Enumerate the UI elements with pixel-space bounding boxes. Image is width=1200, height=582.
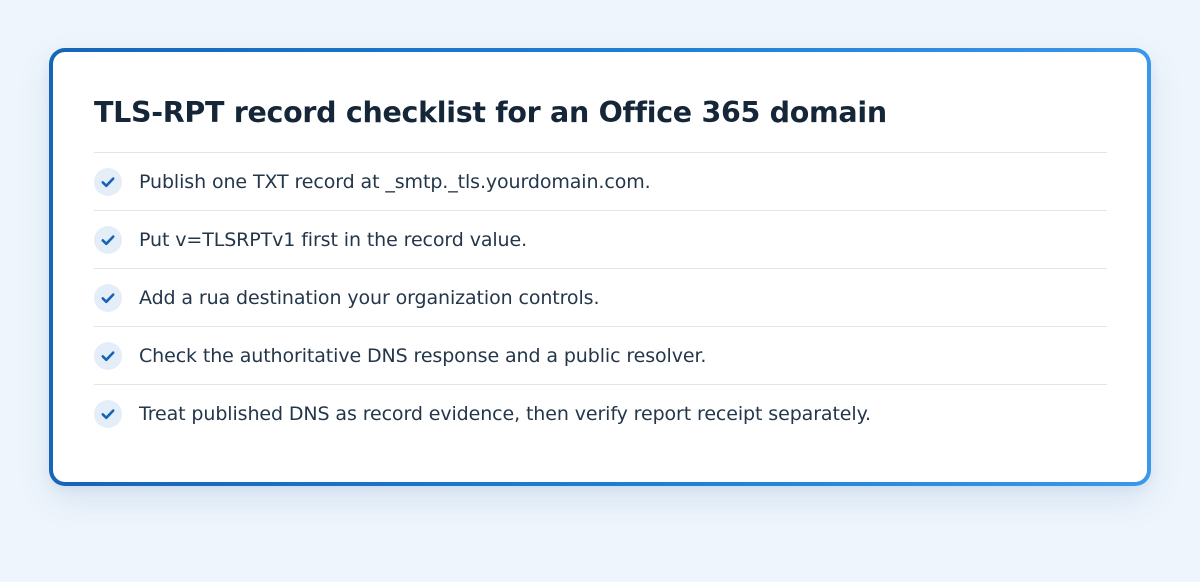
checklist-item: Check the authoritative DNS response and… bbox=[94, 327, 1107, 385]
checklist-item-text: Add a rua destination your organization … bbox=[139, 286, 600, 309]
checklist-item-text: Publish one TXT record at _smtp._tls.you… bbox=[139, 170, 651, 193]
checklist-item: Publish one TXT record at _smtp._tls.you… bbox=[94, 153, 1107, 211]
checkmark-icon bbox=[94, 167, 122, 196]
checkmark-icon bbox=[94, 341, 122, 370]
checklist-card: TLS-RPT record checklist for an Office 3… bbox=[49, 48, 1151, 486]
checkmark-icon bbox=[94, 283, 122, 312]
checkmark-icon bbox=[94, 225, 122, 254]
checklist-item-text: Treat published DNS as record evidence, … bbox=[139, 402, 871, 425]
checklist-item: Add a rua destination your organization … bbox=[94, 269, 1107, 327]
checklist-card-body: TLS-RPT record checklist for an Office 3… bbox=[53, 52, 1147, 482]
card-title: TLS-RPT record checklist for an Office 3… bbox=[94, 96, 887, 129]
checkmark-icon bbox=[94, 399, 122, 428]
checklist-item: Put v=TLSRPTv1 first in the record value… bbox=[94, 211, 1107, 269]
checklist: Publish one TXT record at _smtp._tls.you… bbox=[94, 152, 1107, 442]
checklist-item: Treat published DNS as record evidence, … bbox=[94, 385, 1107, 442]
checklist-item-text: Check the authoritative DNS response and… bbox=[139, 344, 707, 367]
checklist-item-text: Put v=TLSRPTv1 first in the record value… bbox=[139, 228, 528, 251]
